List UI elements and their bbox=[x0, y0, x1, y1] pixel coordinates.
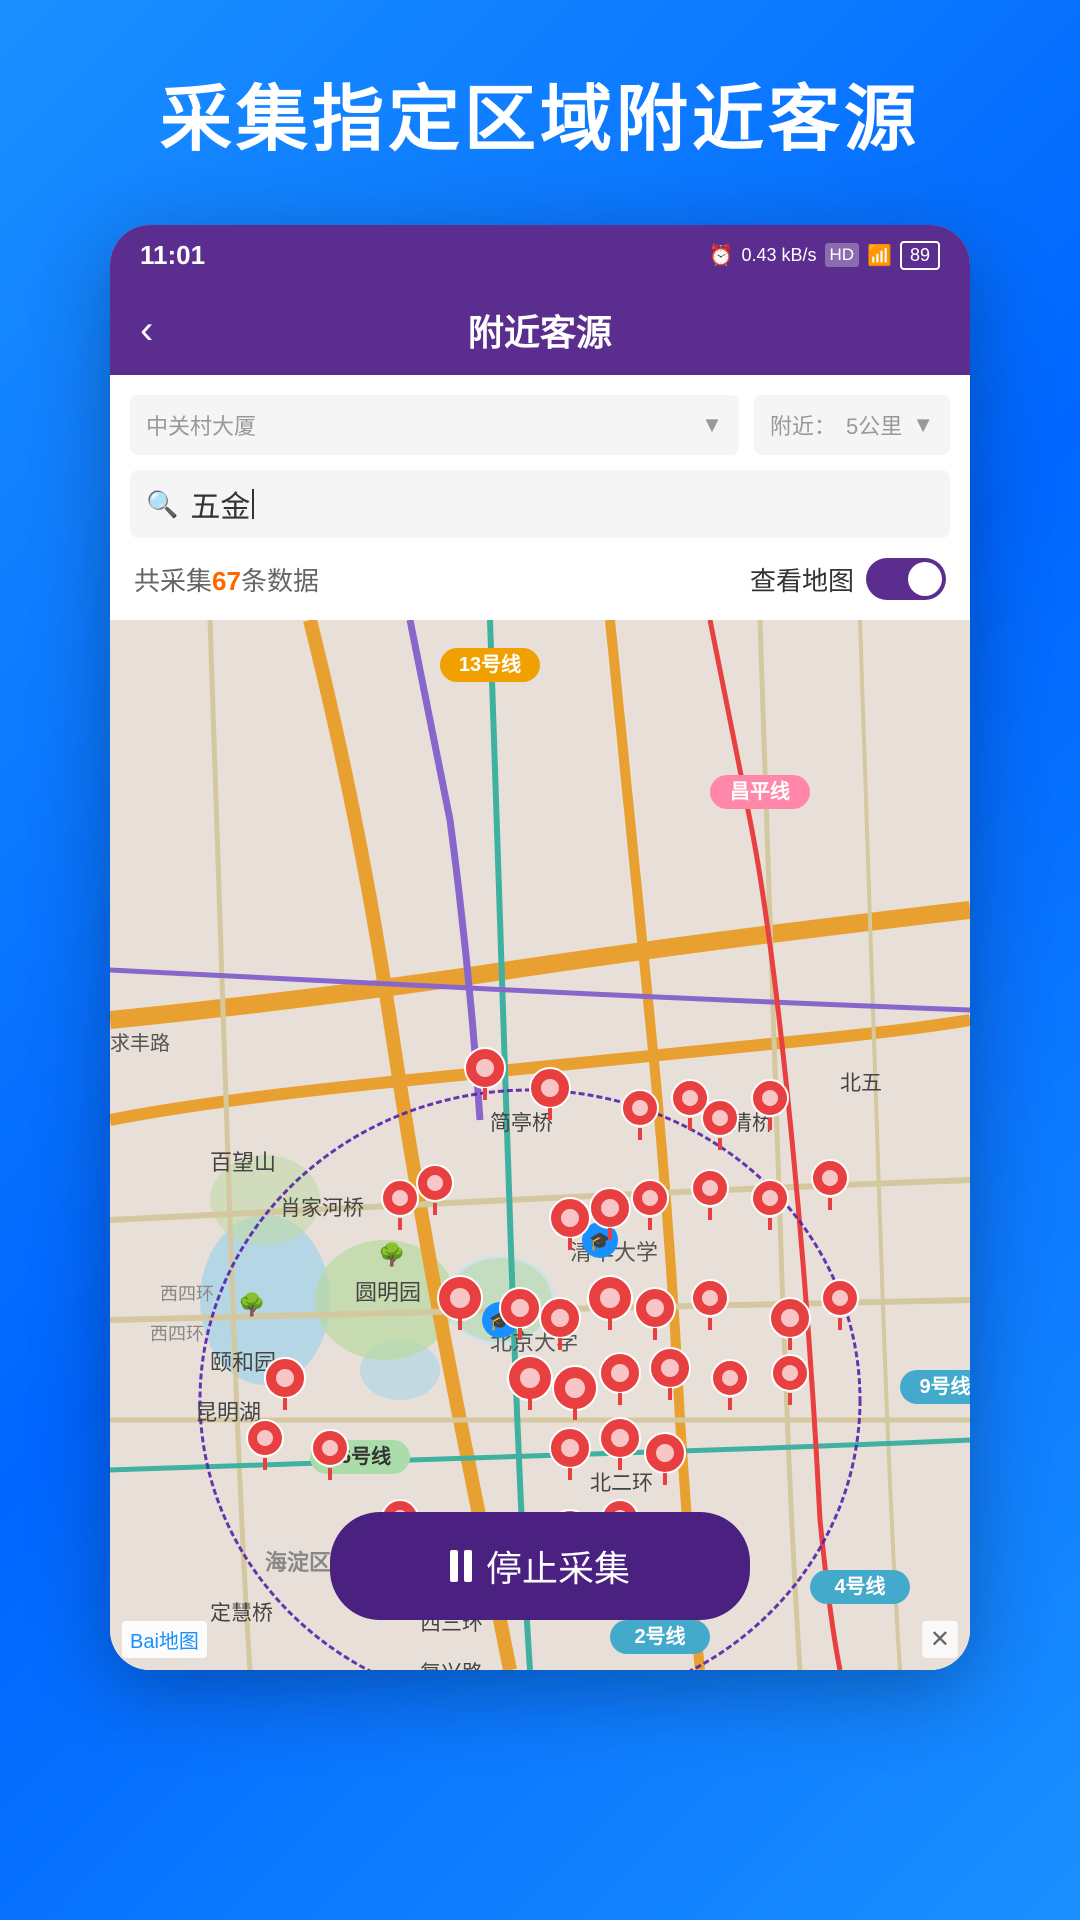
svg-text:圆明园: 圆明园 bbox=[355, 1280, 421, 1305]
map-area[interactable]: 13号线 昌平线 16号线 10号线 4号线 2号线 9号线 百望山 圆明园 颐… bbox=[110, 620, 970, 1670]
search-row[interactable]: 🔍 五金 bbox=[130, 470, 950, 538]
alarm-icon: ⏰ bbox=[709, 243, 734, 268]
location-row: 中关村大厦 ▼ 附近： 5公里 ▼ bbox=[130, 395, 950, 455]
phone-frame: 11:01 ⏰ 0.43 kB/s HD 📶 89 ‹ 附近客源 中关村大厦 ▼… bbox=[110, 225, 970, 1670]
page-big-title: 采集指定区域附近客源 bbox=[160, 60, 920, 165]
baidu-logo-text: Bai地图 bbox=[130, 1631, 199, 1653]
map-toggle-wrap: 查看地图 bbox=[750, 558, 946, 600]
svg-text:昌平线: 昌平线 bbox=[730, 779, 790, 803]
map-view-toggle[interactable] bbox=[866, 558, 946, 600]
close-button[interactable]: ✕ bbox=[922, 1621, 958, 1658]
location-select[interactable]: 中关村大厦 ▼ bbox=[130, 395, 739, 455]
svg-text:复兴路: 复兴路 bbox=[420, 1662, 483, 1670]
search-value: 五金 bbox=[190, 482, 250, 526]
svg-text:百望山: 百望山 bbox=[210, 1150, 276, 1175]
svg-text:肖家河桥: 肖家河桥 bbox=[280, 1197, 364, 1220]
svg-text:西四环: 西四环 bbox=[160, 1284, 214, 1304]
pause-icon bbox=[450, 1550, 472, 1582]
nearby-value: 5公里 bbox=[846, 409, 902, 441]
svg-text:北五: 北五 bbox=[840, 1072, 882, 1095]
svg-text:13号线: 13号线 bbox=[459, 652, 521, 676]
svg-text:2号线: 2号线 bbox=[634, 1624, 685, 1648]
app-bar-title: 附近客源 bbox=[468, 304, 612, 356]
text-cursor bbox=[252, 489, 254, 519]
status-bar: 11:01 ⏰ 0.43 kB/s HD 📶 89 bbox=[110, 225, 970, 285]
signal-icon: 📶 bbox=[867, 243, 892, 268]
svg-text:昆明湖: 昆明湖 bbox=[195, 1400, 261, 1425]
status-time: 11:01 bbox=[140, 240, 205, 271]
back-button[interactable]: ‹ bbox=[140, 308, 153, 353]
app-bar: ‹ 附近客源 bbox=[110, 285, 970, 375]
svg-text:定慧桥: 定慧桥 bbox=[210, 1602, 273, 1625]
svg-text:🎓: 🎓 bbox=[589, 1231, 611, 1251]
status-icons: ⏰ 0.43 kB/s HD 📶 89 bbox=[709, 241, 940, 270]
svg-text:西四环: 西四环 bbox=[150, 1324, 204, 1344]
baidu-logo: Bai地图 bbox=[122, 1621, 207, 1658]
svg-text:🌳: 🌳 bbox=[378, 1241, 405, 1267]
svg-text:🌳: 🌳 bbox=[238, 1291, 265, 1317]
svg-text:9号线: 9号线 bbox=[919, 1374, 970, 1398]
toolbar: 中关村大厦 ▼ 附近： 5公里 ▼ 🔍 五金 共采集67条数据 查看地图 bbox=[110, 375, 970, 620]
nearby-select[interactable]: 附近： 5公里 ▼ bbox=[754, 395, 950, 455]
hd-icon: HD bbox=[825, 243, 860, 267]
pause-bar-right bbox=[464, 1550, 472, 1582]
stop-btn-wrap: 停止采集 bbox=[330, 1512, 750, 1620]
svg-text:4号线: 4号线 bbox=[834, 1574, 885, 1598]
stats-suffix: 条数据 bbox=[241, 566, 319, 596]
stop-collect-button[interactable]: 停止采集 bbox=[330, 1512, 750, 1620]
svg-text:海淀区: 海淀区 bbox=[265, 1550, 331, 1575]
nearby-chevron-icon: ▼ bbox=[912, 412, 934, 438]
stats-prefix: 共采集 bbox=[134, 566, 212, 596]
location-chevron-icon: ▼ bbox=[701, 412, 723, 438]
stop-btn-label: 停止采集 bbox=[486, 1540, 630, 1592]
svg-text:简亭桥: 简亭桥 bbox=[490, 1112, 553, 1135]
stats-text: 共采集67条数据 bbox=[134, 561, 319, 598]
nearby-label: 附近： bbox=[770, 409, 836, 441]
map-toggle-label: 查看地图 bbox=[750, 561, 854, 598]
location-value: 中关村大厦 bbox=[146, 409, 256, 441]
toggle-knob bbox=[908, 562, 942, 596]
svg-text:北二环: 北二环 bbox=[590, 1472, 653, 1495]
network-speed: 0.43 kB/s bbox=[741, 245, 816, 266]
search-input[interactable]: 五金 bbox=[190, 482, 254, 526]
stats-count: 67 bbox=[212, 566, 241, 596]
stats-row: 共采集67条数据 查看地图 bbox=[130, 552, 950, 610]
pause-bar-left bbox=[450, 1550, 458, 1582]
search-icon: 🔍 bbox=[146, 489, 178, 520]
svg-text:求丰路: 求丰路 bbox=[110, 1032, 170, 1055]
battery-icon: 89 bbox=[900, 241, 940, 270]
